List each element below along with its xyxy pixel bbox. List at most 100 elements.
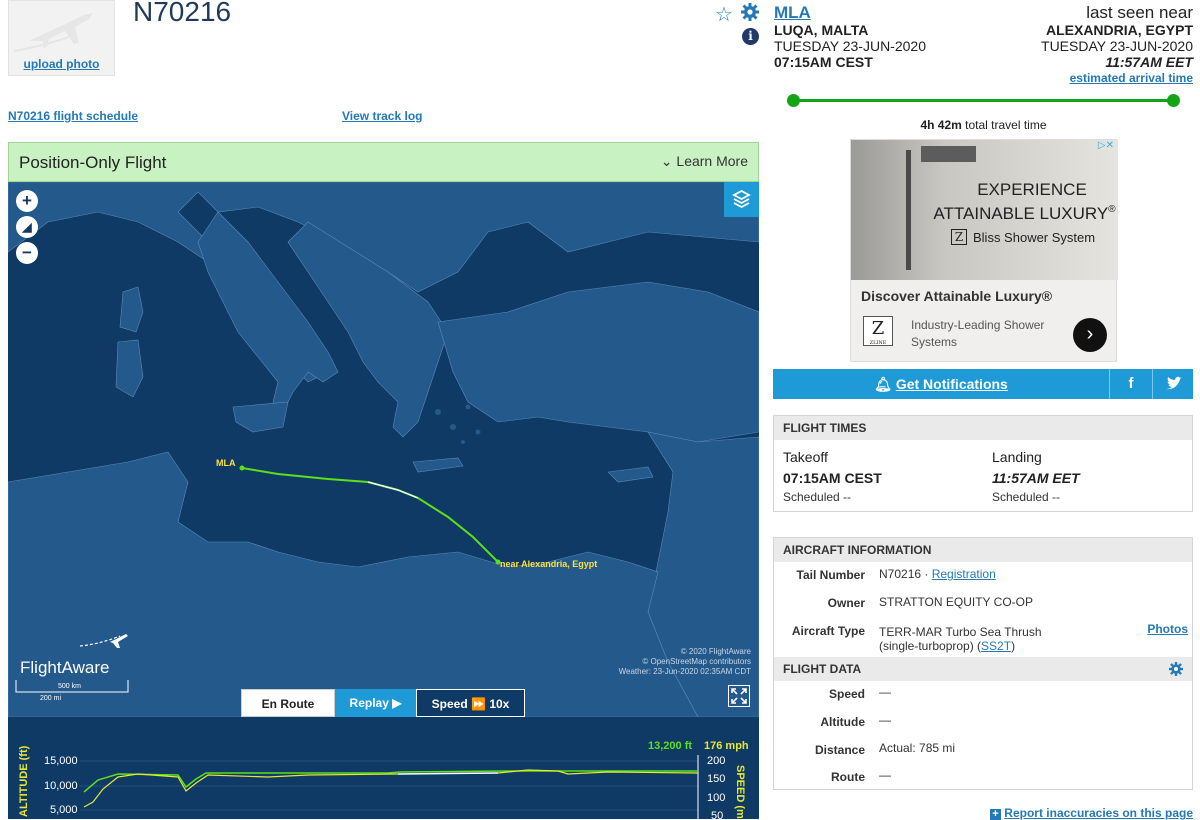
altitude-readout: 13,200 ft [648,740,693,752]
aircraft-type-code-link[interactable]: SS2T [981,639,1011,653]
plus-icon: + [989,809,1001,820]
gear-icon[interactable] [741,3,759,26]
map-destination-label: near Alexandria, Egypt [500,559,598,569]
advertisement[interactable]: ▷✕ EXPERIENCE ATTAINABLE LUXURY® Z Bliss… [850,139,1118,362]
ad-description: Industry-Leading Shower Systems [911,318,1045,349]
star-icon[interactable]: ☆ [715,2,733,27]
route-label: Route [831,770,865,784]
altitude-axis-label: ALTITUDE (ft) [18,745,30,817]
get-notifications-label: Get Notifications [895,376,1008,392]
en-route-button[interactable]: En Route [241,689,335,717]
speed-tick-50: 50 [711,810,724,819]
flightaware-plane-icon [79,634,128,648]
ad-product: Bliss Shower System [973,230,1096,245]
twitter-share-button[interactable] [1153,369,1193,399]
speed-readout: 176 mph [704,740,749,752]
facebook-share-button[interactable]: f [1110,369,1152,399]
speed-label: Speed [828,687,865,701]
travel-time: 4h 42m total travel time [774,118,1193,132]
aircraft-info-header: AIRCRAFT INFORMATION [774,538,1192,562]
compass-icon: ◢ [22,220,32,234]
ad-title: Discover Attainable Luxury® [861,288,1053,304]
upload-photo-link[interactable]: upload photo [9,57,114,71]
speed-label: Speed [431,697,468,711]
copyright-osm: © OpenStreetMap contributors [642,657,751,666]
owner-value: STRATTON EQUITY CO-OP [879,595,1034,609]
layers-icon [732,189,751,209]
report-inaccuracies-link[interactable]: + Report inaccuracies on this page [989,806,1193,820]
tail-number-title: N70216 [133,0,232,27]
zline-logo-letter: Z [871,318,885,339]
speed-axis-label: SPEED (mph) [734,765,746,819]
fullscreen-button[interactable] [728,685,750,707]
flight-data-settings-button[interactable] [1169,662,1183,681]
flight-data-header: FLIGHT DATA [774,657,1192,681]
tail-number-row: N70216 · Registration [879,567,996,581]
flight-schedule-link[interactable]: N70216 flight schedule [8,109,138,123]
flight-type-banner: Position-Only Flight ⌄ Learn More [8,142,759,182]
info-icon[interactable]: i [742,28,759,45]
play-icon: ▶ [392,696,402,710]
progress-track [793,99,1173,102]
altitude-speed-chart: ALTITUDE (ft) 15,000 10,000 5,000 13,200… [8,717,759,819]
flight-times-panel: FLIGHT TIMES Takeoff 07:15AM CEST Schedu… [773,415,1193,512]
twitter-icon [1166,376,1182,390]
ad-brand-logo-small: Z [951,229,967,245]
tail-number-value: N70216 · [879,567,929,581]
get-notifications-button[interactable]: 🔔︎ Get Notifications [773,369,1109,399]
ad-registered-mark: ® [1108,204,1116,215]
registration-link[interactable]: Registration [932,567,996,581]
ad-shower-head [921,146,976,162]
altitude-label: Altitude [820,715,865,729]
report-inaccuracies-label: Report inaccuracies on this page [1004,806,1193,820]
chevron-right-icon: › [1086,323,1094,345]
expand-icon [731,688,747,704]
layers-button[interactable] [724,182,759,217]
track-log-link[interactable]: View track log [342,109,422,123]
copyright-flightaware: © 2020 FlightAware [680,647,751,656]
zline-logo: Z ZLINE [863,316,893,346]
flight-type-label: Position-Only Flight [19,153,167,172]
photos-link[interactable]: Photos [1147,622,1188,636]
adchoices-icon[interactable]: ▷✕ [1098,140,1114,151]
flight-times-header: FLIGHT TIMES [774,416,1192,440]
flightaware-brand: FlightAware [20,658,110,677]
takeoff-time: 07:15AM CEST [783,470,882,486]
flight-map[interactable]: MLA near Alexandria, Egypt + ◢ − FlightA… [8,182,759,717]
zoom-out-button[interactable]: − [16,242,38,264]
replay-label: Replay [349,696,389,710]
compass-button[interactable]: ◢ [16,216,38,238]
zoom-in-button[interactable]: + [16,190,38,212]
speed-button[interactable]: Speed ⏩ 10x [416,689,525,717]
distance-value: Actual: 785 mi [879,741,956,755]
aircraft-info-panel: AIRCRAFT INFORMATION Tail Number N70216 … [773,537,1193,790]
zline-logo-sub: ZLINE [869,340,887,346]
landing-time: 11:57AM EET [992,470,1080,486]
distance-label: Distance [814,743,865,757]
origin-code-link[interactable]: MLA [774,4,926,22]
progress-start-dot [787,94,800,107]
plane-icon [13,13,93,52]
estimated-arrival-link[interactable]: estimated arrival time [1041,70,1193,86]
ad-headline-2-text: ATTAINABLE LUXURY [933,204,1109,223]
landing-scheduled: Scheduled -- [992,490,1061,504]
tail-number-label: Tail Number [796,568,865,582]
replay-button[interactable]: Replay ▶ [335,689,416,717]
speed-tick-100: 100 [707,792,726,804]
destination-time: 11:57AM EET [1105,54,1193,70]
alt-tick-10000: 10,000 [44,780,78,792]
bell-icon: 🔔︎ [874,376,892,392]
aircraft-type-value: TERR-MAR Turbo Sea Thrush (single-turbop… [879,625,1069,653]
fast-forward-icon: ⏩ [471,697,486,711]
facebook-icon: f [1128,375,1134,392]
alt-tick-15000: 15,000 [44,755,78,767]
ad-shower-pipe [906,150,911,270]
destination-status: last seen near [1086,3,1193,22]
landing-label: Landing [992,449,1042,465]
learn-more-button[interactable]: ⌄ Learn More [661,153,748,170]
route-value: — [879,768,891,782]
ad-arrow-button[interactable]: › [1073,318,1107,352]
notifications-bar: 🔔︎ Get Notifications f [773,369,1193,399]
origin-date: TUESDAY 23-JUN-2020 [774,38,926,54]
destination-city: ALEXANDRIA, EGYPT [1045,22,1193,38]
